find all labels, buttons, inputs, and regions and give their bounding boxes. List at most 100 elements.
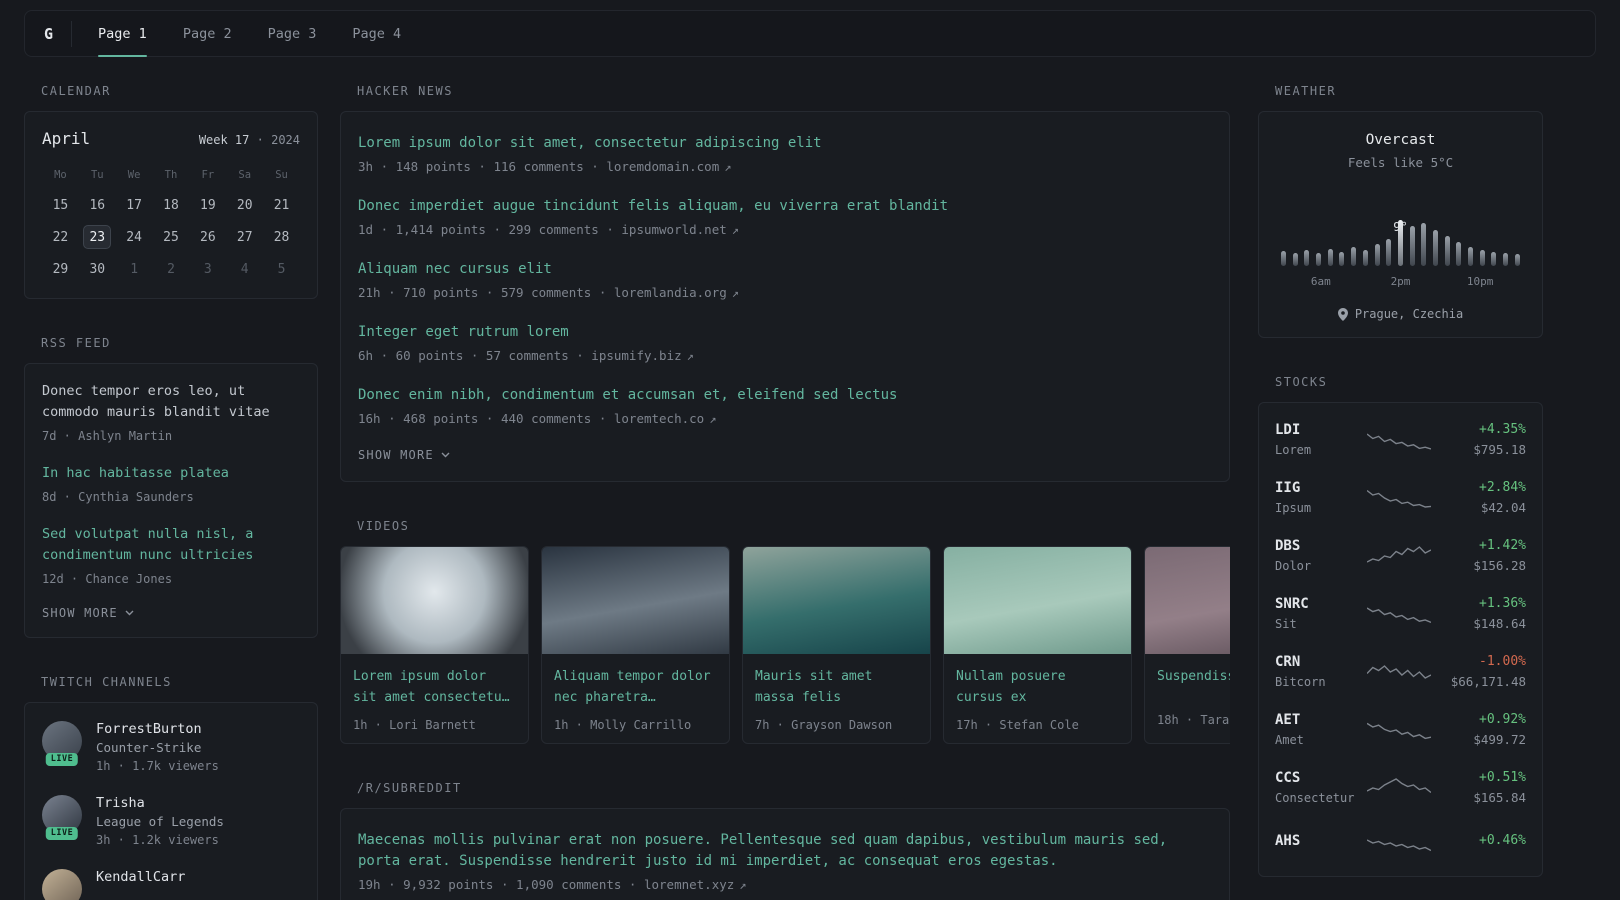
channel-game: League of Legends — [96, 814, 224, 829]
stock-row[interactable]: SNRC Sit +1.36% $148.64 — [1275, 584, 1526, 642]
calendar-day: 16 — [89, 197, 106, 213]
tab-page-1[interactable]: Page 1 — [98, 11, 147, 57]
hacker-news-card: Lorem ipsum dolor sit amet, consectetur … — [340, 111, 1230, 482]
calendar-week-label: Week 17 — [198, 133, 250, 147]
tab-page-4[interactable]: Page 4 — [352, 11, 401, 56]
hn-item-title[interactable]: Integer eget rutrum lorem — [358, 322, 1212, 343]
rss-show-more-button[interactable]: SHOW MORE — [42, 606, 134, 620]
reddit-post[interactable]: Maecenas mollis pulvinar erat non posuer… — [358, 830, 1212, 895]
avatar: LIVE — [42, 721, 82, 766]
video-card-body: Suspendisse diam 18h · Tara — [1145, 654, 1230, 743]
channel-info: KendallCarr — [96, 869, 185, 900]
hn-item-title[interactable]: Donec enim nibh, condimentum et accumsan… — [358, 385, 1212, 406]
stock-change: +1.42% — [1479, 538, 1526, 553]
location-pin-icon — [1337, 307, 1348, 321]
video-thumbnail — [341, 547, 528, 654]
weather-bar — [1432, 230, 1438, 266]
stock-row[interactable]: CCS Consectetur +0.51% $165.84 — [1275, 758, 1526, 816]
stock-row[interactable]: AHS +0.46% — [1275, 816, 1526, 869]
stock-price: $42.04 — [1480, 500, 1526, 515]
hn-item-meta: 16h · 468 points · 440 comments · loremt… — [358, 411, 717, 426]
stock-change: +0.92% — [1479, 712, 1526, 727]
tab-page-3[interactable]: Page 3 — [268, 11, 317, 56]
hn-show-more-button[interactable]: SHOW MORE — [358, 448, 450, 462]
hacker-news-item[interactable]: Donec enim nibh, condimentum et accumsan… — [358, 385, 1212, 429]
rss-item[interactable]: In hac habitasse platea 8d · Cynthia Sau… — [42, 463, 300, 507]
rss-item-title[interactable]: In hac habitasse platea — [42, 463, 300, 484]
weekday-label: Mo — [54, 169, 67, 181]
stock-row[interactable]: IIG Ipsum +2.84% $42.04 — [1275, 468, 1526, 526]
hn-item-title[interactable]: Lorem ipsum dolor sit amet, consectetur … — [358, 133, 1212, 154]
calendar-day: 21 — [273, 197, 290, 213]
stock-row[interactable]: AET Amet +0.92% $499.72 — [1275, 700, 1526, 758]
stock-price: $165.84 — [1473, 790, 1526, 805]
hacker-news-item[interactable]: Aliquam nec cursus elit 21h · 710 points… — [358, 259, 1212, 303]
video-title[interactable]: Suspendisse diam — [1157, 666, 1230, 687]
stocks-section: STOCKS LDI Lorem +4.35% $795.18 IIG Ipsum +… — [1258, 375, 1543, 877]
video-card-body: Nullam posuere cursus ex 17h · Stefan Co… — [944, 654, 1131, 743]
stock-sparkline-chart — [1367, 839, 1431, 852]
hacker-news-item[interactable]: Integer eget rutrum lorem 6h · 60 points… — [358, 322, 1212, 366]
video-card[interactable]: Suspendisse diam 18h · Tara — [1144, 546, 1230, 744]
hn-item-title[interactable]: Aliquam nec cursus elit — [358, 259, 1212, 280]
video-title[interactable]: Nullam posuere cursus ex — [956, 666, 1119, 708]
stock-change: +2.84% — [1479, 480, 1526, 495]
stock-price: $148.64 — [1473, 616, 1526, 631]
weather-card: Overcast Feels like 5°C 9° 6am 2pm 10pm … — [1258, 111, 1543, 338]
tab-page-2[interactable]: Page 2 — [183, 11, 232, 56]
stock-row[interactable]: LDI Lorem +4.35% $795.18 — [1275, 410, 1526, 468]
weather-bar — [1409, 226, 1415, 266]
twitch-channel-row[interactable]: LIVE KendallCarr — [42, 869, 300, 900]
calendar-day: 24 — [126, 229, 142, 245]
video-title[interactable]: Aliquam tempor dolor nec pharetra… — [554, 666, 717, 708]
hacker-news-section: HACKER NEWS Lorem ipsum dolor sit amet, … — [340, 84, 1230, 482]
video-title[interactable]: Mauris sit amet massa felis — [755, 666, 918, 708]
rss-card: Donec tempor eros leo, ut commodo mauris… — [24, 363, 318, 638]
hn-item-title[interactable]: Donec imperdiet augue tincidunt felis al… — [358, 196, 1212, 217]
rss-item[interactable]: Donec tempor eros leo, ut commodo mauris… — [42, 381, 300, 446]
weather-location[interactable]: Prague, Czechia — [1273, 307, 1528, 321]
reddit-post-title[interactable]: Maecenas mollis pulvinar erat non posuer… — [358, 830, 1208, 872]
stock-price: $795.18 — [1473, 442, 1526, 457]
rss-section: RSS FEED Donec tempor eros leo, ut commo… — [24, 336, 318, 638]
video-meta: 1h · Lori Barnett — [353, 718, 476, 732]
hacker-news-item[interactable]: Lorem ipsum dolor sit amet, consectetur … — [358, 133, 1212, 177]
weekday-label: Fr — [201, 169, 215, 181]
section-title-twitch: TWITCH CHANNELS — [41, 675, 172, 689]
stock-change: +0.46% — [1479, 833, 1526, 848]
rss-item-title[interactable]: Donec tempor eros leo, ut commodo mauris… — [42, 381, 300, 423]
twitch-channel-row[interactable]: LIVE ForrestBurton Counter-Strike 1h · 1… — [42, 721, 300, 776]
calendar-day: 29 — [52, 261, 69, 277]
page-content: CALENDAR April Week 17 · 2024 Mo Tu We T… — [0, 84, 1620, 900]
stock-symbol: CRN — [1275, 654, 1301, 670]
stock-row[interactable]: DBS Dolor +1.42% $156.28 — [1275, 526, 1526, 584]
video-card[interactable]: Mauris sit amet massa felis 7h · Grayson… — [742, 546, 931, 744]
calendar-day: 17 — [126, 197, 142, 213]
video-card[interactable]: Lorem ipsum dolor sit amet consectetu… 1… — [340, 546, 529, 744]
show-more-label: SHOW MORE — [358, 448, 434, 462]
stock-name: Dolor — [1275, 559, 1312, 573]
video-meta: 7h · Grayson Dawson — [755, 718, 893, 732]
weather-bar — [1339, 252, 1345, 266]
hacker-news-item[interactable]: Donec imperdiet augue tincidunt felis al… — [358, 196, 1212, 240]
app-logo[interactable]: G — [42, 20, 73, 47]
calendar-day: 18 — [163, 197, 179, 213]
channel-name[interactable]: Trisha — [96, 795, 224, 811]
calendar-day: 19 — [200, 197, 216, 213]
weekday-label: Su — [275, 169, 288, 181]
rss-item-title[interactable]: Sed volutpat nulla nisl, a condimentum n… — [42, 524, 300, 566]
hn-item-meta: 21h · 710 points · 579 comments · loreml… — [358, 285, 739, 300]
rss-item[interactable]: Sed volutpat nulla nisl, a condimentum n… — [42, 524, 300, 589]
chevron-down-icon — [441, 452, 450, 458]
section-title-rss: RSS FEED — [41, 336, 111, 350]
stock-symbol: AHS — [1275, 832, 1301, 849]
twitch-channel-row[interactable]: LIVE Trisha League of Legends 3h · 1.2k … — [42, 795, 300, 850]
video-title[interactable]: Lorem ipsum dolor sit amet consectetu… — [353, 666, 516, 708]
channel-name[interactable]: KendallCarr — [96, 869, 185, 885]
video-card[interactable]: Aliquam tempor dolor nec pharetra… 1h · … — [541, 546, 730, 744]
external-link-icon: ↗ — [724, 160, 732, 174]
channel-name[interactable]: ForrestBurton — [96, 721, 219, 737]
video-card[interactable]: Nullam posuere cursus ex 17h · Stefan Co… — [943, 546, 1132, 744]
app-logo-text: G — [44, 24, 54, 43]
stock-row[interactable]: CRN Bitcorn -1.00% $66,171.48 — [1275, 642, 1526, 700]
